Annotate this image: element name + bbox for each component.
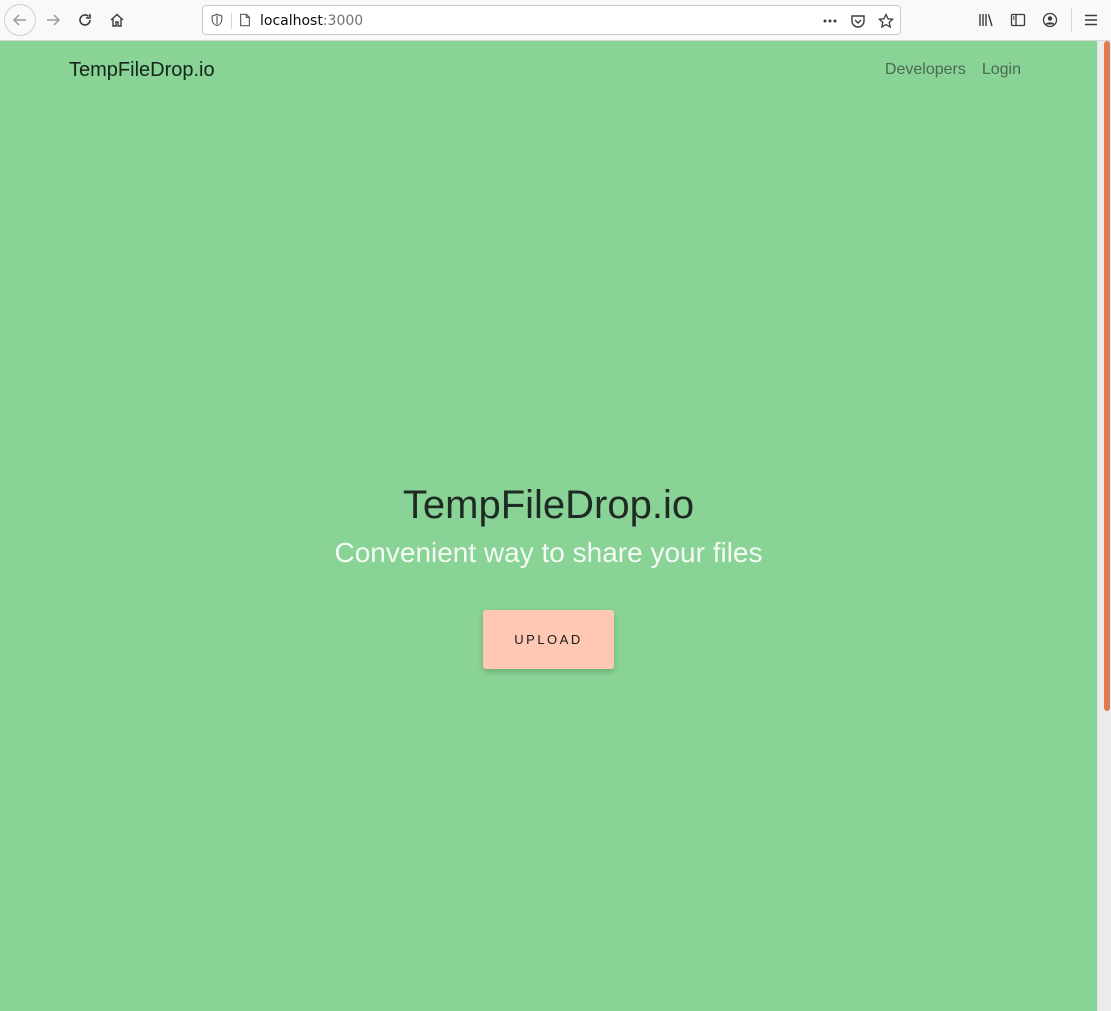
hero-subtitle: Convenient way to share your files [334, 537, 763, 568]
scrollbar-thumb[interactable] [1104, 41, 1110, 711]
forward-arrow-icon [47, 14, 61, 26]
sidebar-icon[interactable] [1006, 8, 1030, 32]
forward-button[interactable] [37, 4, 69, 36]
home-icon [110, 13, 124, 27]
nav-link-login[interactable]: Login [982, 61, 1021, 79]
url-host: localhost [260, 13, 323, 29]
hamburger-menu-icon[interactable] [1079, 8, 1103, 32]
reload-button[interactable] [69, 4, 101, 36]
page-viewport: TempFileDrop.io Convenient way to share … [0, 41, 1097, 1011]
brand-logo-link[interactable]: TempFileDrop.io [69, 59, 215, 82]
reload-icon [79, 14, 91, 26]
url-separator [231, 13, 232, 29]
shield-icon[interactable] [209, 12, 225, 28]
account-icon[interactable] [1038, 8, 1062, 32]
back-button[interactable] [4, 4, 36, 36]
home-button[interactable] [101, 4, 133, 36]
vertical-scrollbar[interactable] [1097, 41, 1111, 1011]
hero-title: TempFileDrop.io [402, 483, 695, 527]
top-nav: Developers Login [885, 61, 1021, 79]
browser-toolbar: localhost:3000 [0, 0, 1111, 41]
page-icon[interactable] [237, 12, 253, 28]
back-arrow-icon [12, 14, 26, 26]
url-bar[interactable]: localhost:3000 [202, 5, 901, 35]
star-icon[interactable] [877, 12, 895, 30]
toolbar-divider [1071, 8, 1072, 32]
upload-button[interactable]: UPLOAD [483, 610, 614, 669]
hero-section: TempFileDrop.io Convenient way to share … [0, 41, 1097, 1011]
url-text[interactable]: localhost:3000 [260, 12, 363, 30]
nav-link-developers[interactable]: Developers [885, 61, 966, 79]
url-port: :3000 [322, 13, 364, 29]
pocket-icon[interactable] [849, 12, 867, 30]
more-dots-icon[interactable] [821, 12, 839, 30]
library-icon[interactable] [974, 8, 998, 32]
